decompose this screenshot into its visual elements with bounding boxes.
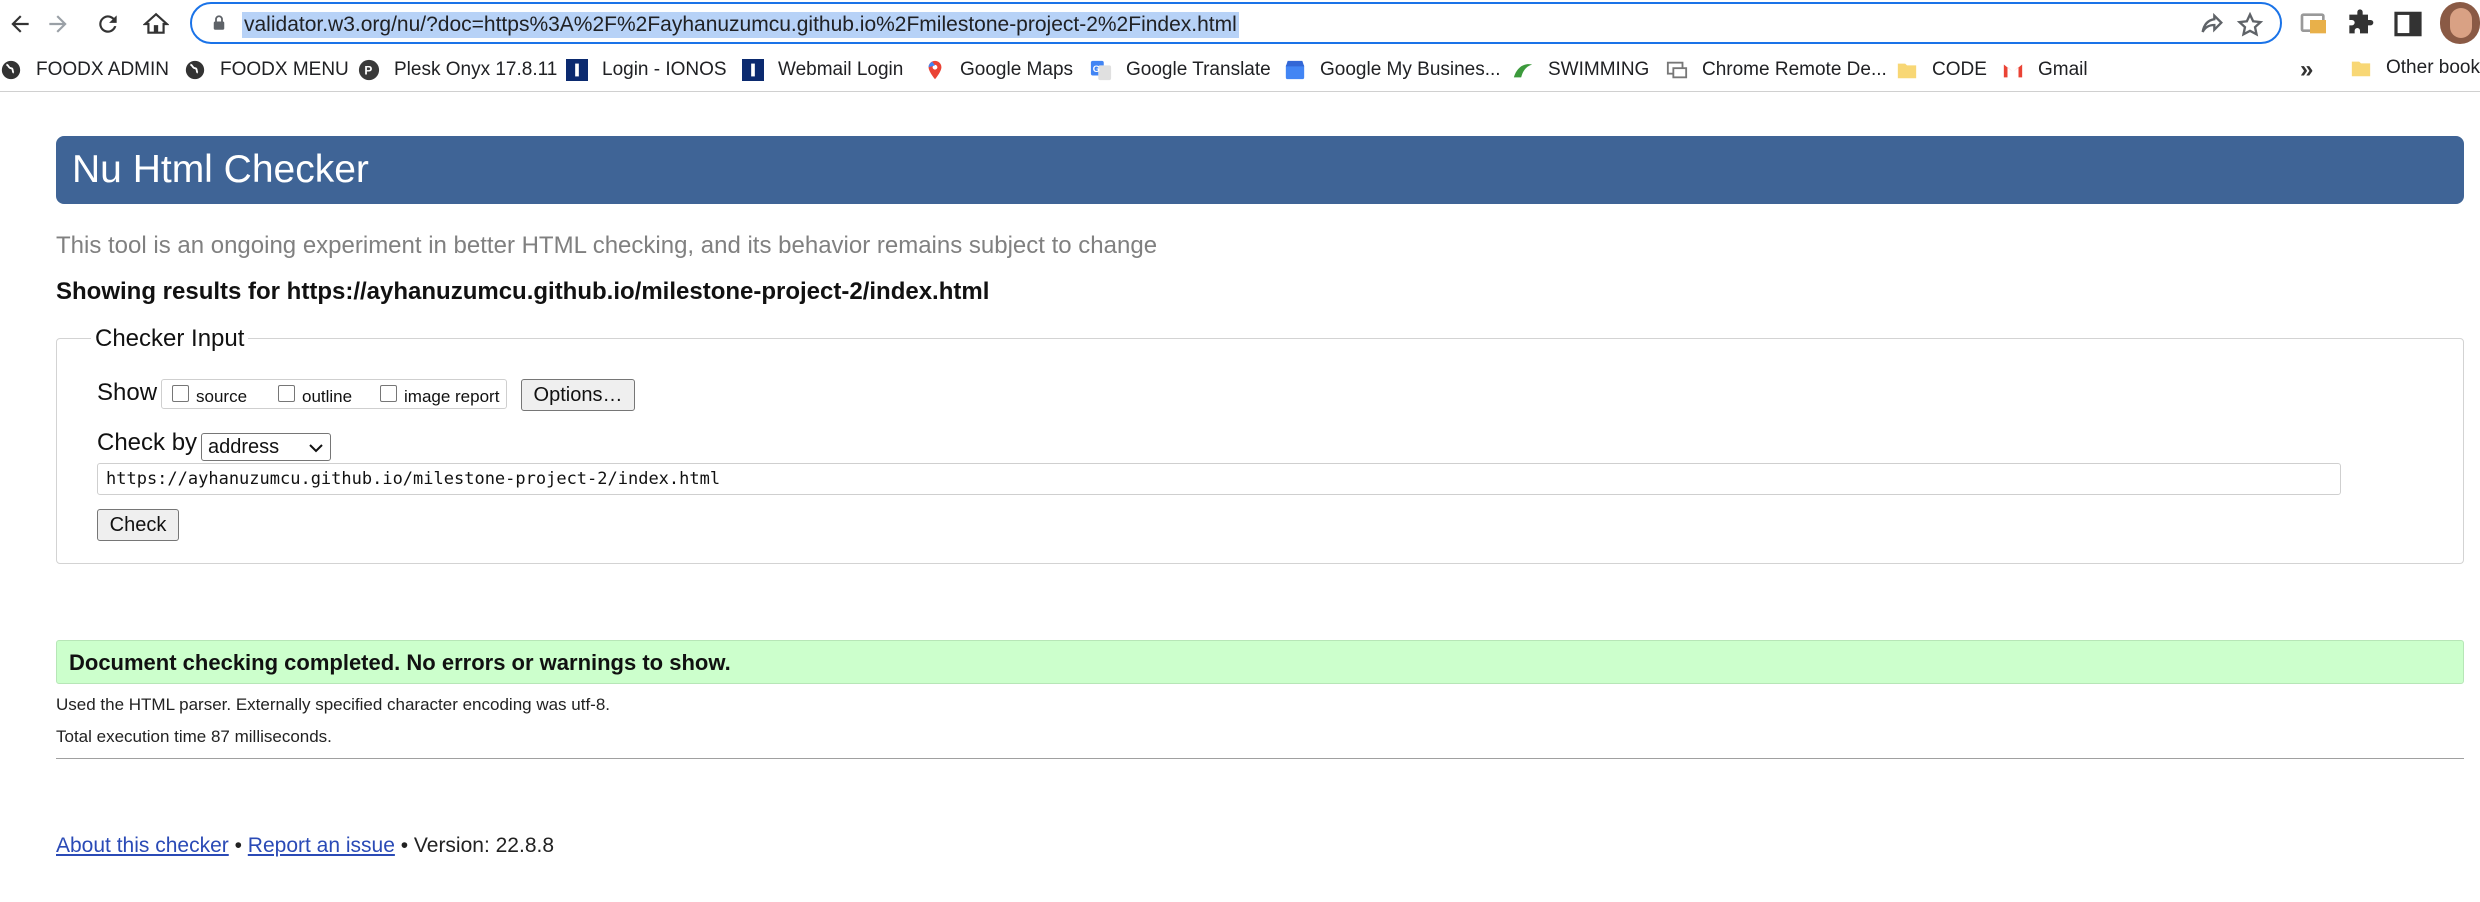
bookmark-swimming[interactable]: SWIMMING	[1512, 57, 1649, 83]
bookmark-foodx-admin[interactable]: FOODX ADMIN	[0, 57, 169, 83]
cast-icon[interactable]	[2298, 8, 2330, 40]
ionos-icon	[742, 59, 764, 81]
results-heading: Showing results for https://ayhanuzumcu.…	[56, 278, 990, 305]
check-by-select[interactable]: address	[201, 433, 331, 461]
swimming-icon	[1513, 64, 1533, 78]
source-checkbox-label[interactable]: source	[196, 387, 247, 407]
bookmark-google-translate[interactable]: G Google Translate	[1090, 57, 1271, 83]
execution-time: Total execution time 87 milliseconds.	[56, 727, 332, 746]
check-button[interactable]: Check	[97, 509, 179, 541]
maps-pin-icon	[928, 60, 942, 80]
side-panel-icon[interactable]	[2392, 8, 2424, 40]
image-report-checkbox-label[interactable]: image report	[404, 387, 499, 407]
bookmark-plesk[interactable]: P Plesk Onyx 17.8.11	[358, 57, 557, 83]
options-button[interactable]: Options…	[521, 379, 635, 411]
footer-separator: •	[228, 834, 248, 857]
gmail-icon	[2003, 64, 2023, 78]
star-icon[interactable]	[2236, 11, 2264, 39]
back-icon[interactable]	[0, 4, 40, 44]
address-bar[interactable]: validator.w3.org/nu/?doc=https%3A%2F%2Fa…	[190, 2, 2282, 44]
report-issue-link[interactable]: Report an issue	[248, 834, 395, 857]
svg-text:G: G	[1093, 64, 1100, 74]
profile-avatar[interactable]	[2440, 2, 2480, 44]
bookmark-google-maps[interactable]: Google Maps	[924, 57, 1073, 83]
bookmark-chrome-remote-desktop[interactable]: Chrome Remote De...	[1666, 57, 1887, 83]
bookmark-webmail[interactable]: Webmail Login	[742, 57, 903, 83]
folder-icon	[1897, 63, 1917, 79]
remote-desktop-icon	[1666, 61, 1688, 79]
lock-icon[interactable]	[210, 14, 228, 32]
outline-checkbox[interactable]	[278, 385, 295, 402]
translate-icon: G	[1090, 60, 1112, 81]
home-icon[interactable]	[136, 4, 176, 44]
bookmarks-bar: FOODX ADMIN FOODX MENU P Plesk Onyx 17.8…	[0, 48, 2480, 92]
ionos-icon	[566, 59, 588, 81]
share-icon[interactable]	[2198, 11, 2226, 39]
bookmark-code-folder[interactable]: CODE	[1896, 57, 1987, 83]
globe-icon	[1, 60, 21, 80]
success-message: Document checking completed. No errors o…	[69, 650, 731, 675]
page-subtitle: This tool is an ongoing experiment in be…	[56, 232, 1158, 259]
divider	[56, 758, 2464, 759]
browser-toolbar: validator.w3.org/nu/?doc=https%3A%2F%2Fa…	[0, 0, 2480, 48]
show-options-group: source outline image report	[161, 379, 507, 409]
parser-info: Used the HTML parser. Externally specifi…	[56, 695, 611, 714]
source-checkbox[interactable]	[172, 385, 189, 402]
bookmark-gmail[interactable]: Gmail	[2002, 57, 2088, 83]
checker-input-fieldset: Checker Input Show source outline image …	[56, 325, 2464, 564]
document-url-input[interactable]: https://ayhanuzumcu.github.io/milestone-…	[97, 463, 2341, 495]
page-header: Nu Html Checker	[56, 136, 2464, 204]
forward-icon[interactable]	[38, 4, 78, 44]
other-bookmarks[interactable]: Other bookm	[2350, 57, 2480, 79]
svg-text:P: P	[364, 64, 372, 78]
show-label: Show	[97, 379, 158, 406]
my-business-icon	[1285, 60, 1305, 80]
check-by-value: address	[208, 436, 280, 458]
page-footer: About this checker • Report an issue • V…	[56, 834, 554, 858]
check-by-label: Check by	[97, 429, 198, 456]
version-text: • Version: 22.8.8	[394, 834, 555, 857]
plesk-icon: P	[358, 59, 380, 81]
folder-icon	[2351, 61, 2371, 77]
bookmark-google-my-business[interactable]: Google My Busines...	[1284, 57, 1501, 83]
outline-checkbox-label[interactable]: outline	[302, 387, 352, 407]
bookmarks-overflow-button[interactable]: »	[2300, 56, 2313, 84]
url-text[interactable]: validator.w3.org/nu/?doc=https%3A%2F%2Fa…	[242, 12, 1239, 38]
success-message-box: Document checking completed. No errors o…	[56, 640, 2464, 684]
extensions-icon[interactable]	[2344, 8, 2376, 40]
globe-icon	[185, 60, 205, 80]
about-link[interactable]: About this checker	[56, 834, 229, 857]
bookmark-ionos-login[interactable]: Login - IONOS	[566, 57, 727, 83]
reload-icon[interactable]	[88, 4, 128, 44]
page-title: Nu Html Checker	[72, 148, 369, 191]
chevron-down-icon	[309, 444, 323, 453]
checker-input-legend: Checker Input	[91, 325, 249, 353]
image-report-checkbox[interactable]	[380, 385, 397, 402]
bookmark-foodx-menu[interactable]: FOODX MENU	[184, 57, 349, 83]
